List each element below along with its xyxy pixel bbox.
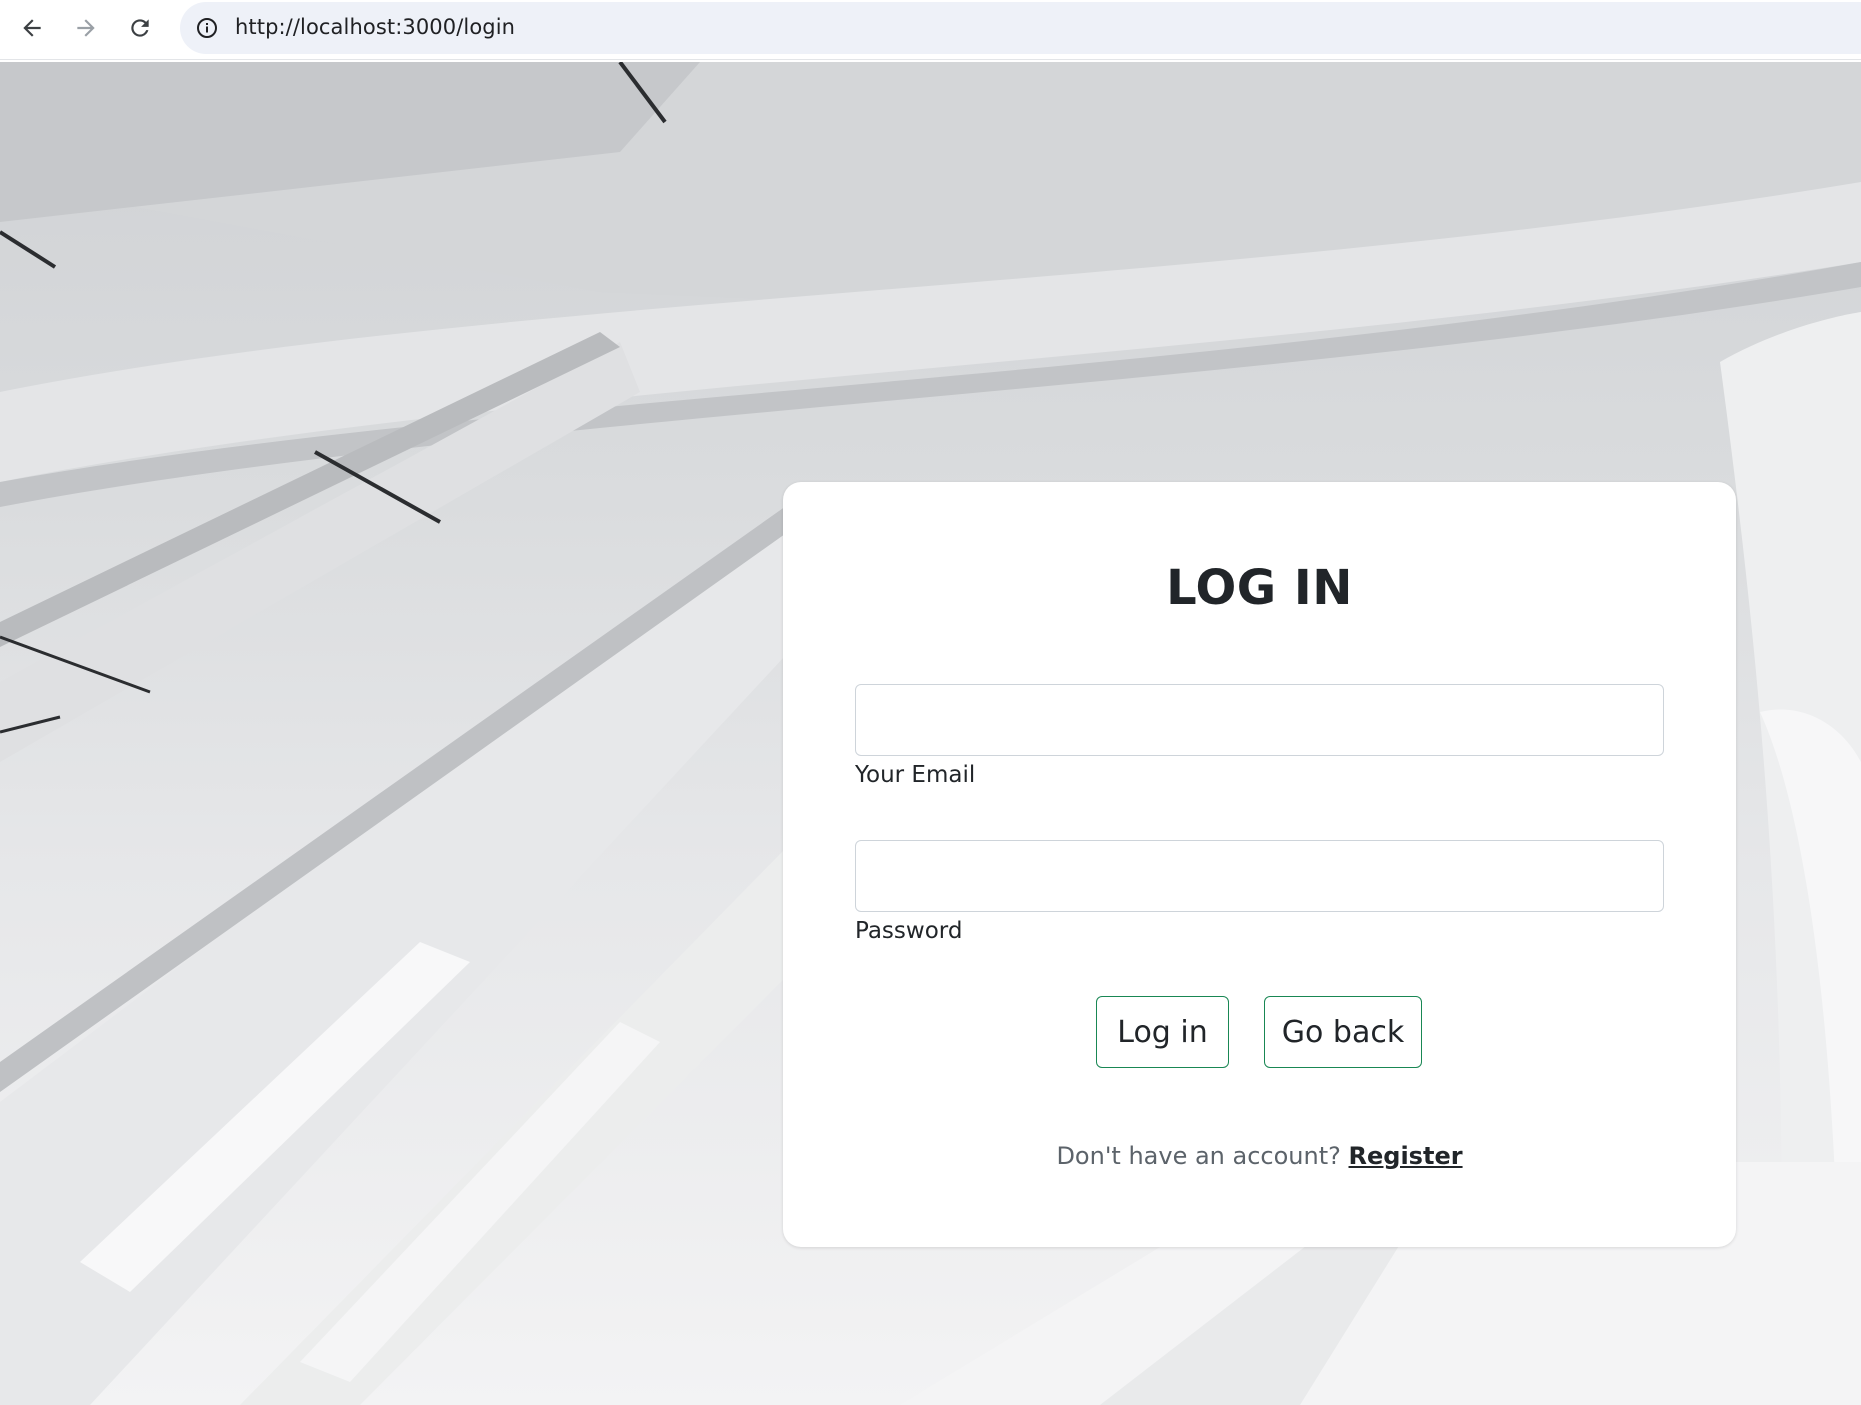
email-label: Your Email: [855, 762, 976, 788]
arrow-left-icon: [23, 19, 41, 37]
go-back-button[interactable]: Go back: [1264, 996, 1422, 1068]
reload-icon: [131, 19, 149, 37]
password-label: Password: [855, 918, 963, 944]
info-circle-icon: [197, 18, 217, 38]
forward-button[interactable]: [66, 8, 106, 48]
arrow-right-icon: [77, 19, 95, 37]
page-background: LOG IN Your Email Password Log in Go bac…: [0, 62, 1861, 1405]
login-button[interactable]: Log in: [1096, 996, 1229, 1068]
page-title: LOG IN: [1166, 560, 1353, 616]
password-field[interactable]: [855, 840, 1664, 912]
back-button[interactable]: [12, 8, 52, 48]
site-info-button[interactable]: [192, 13, 222, 43]
login-card: LOG IN Your Email Password Log in Go bac…: [783, 482, 1736, 1247]
email-field[interactable]: [855, 684, 1664, 756]
register-link[interactable]: Register: [1349, 1142, 1463, 1170]
register-prompt-text: Don't have an account?: [1056, 1142, 1341, 1170]
register-prompt-row: Don't have an account? Register: [783, 1142, 1736, 1170]
reload-button[interactable]: [120, 8, 160, 48]
browser-toolbar: http://localhost:3000/login: [0, 0, 1861, 60]
address-bar[interactable]: http://localhost:3000/login: [180, 2, 1861, 54]
url-text[interactable]: http://localhost:3000/login: [235, 15, 515, 39]
